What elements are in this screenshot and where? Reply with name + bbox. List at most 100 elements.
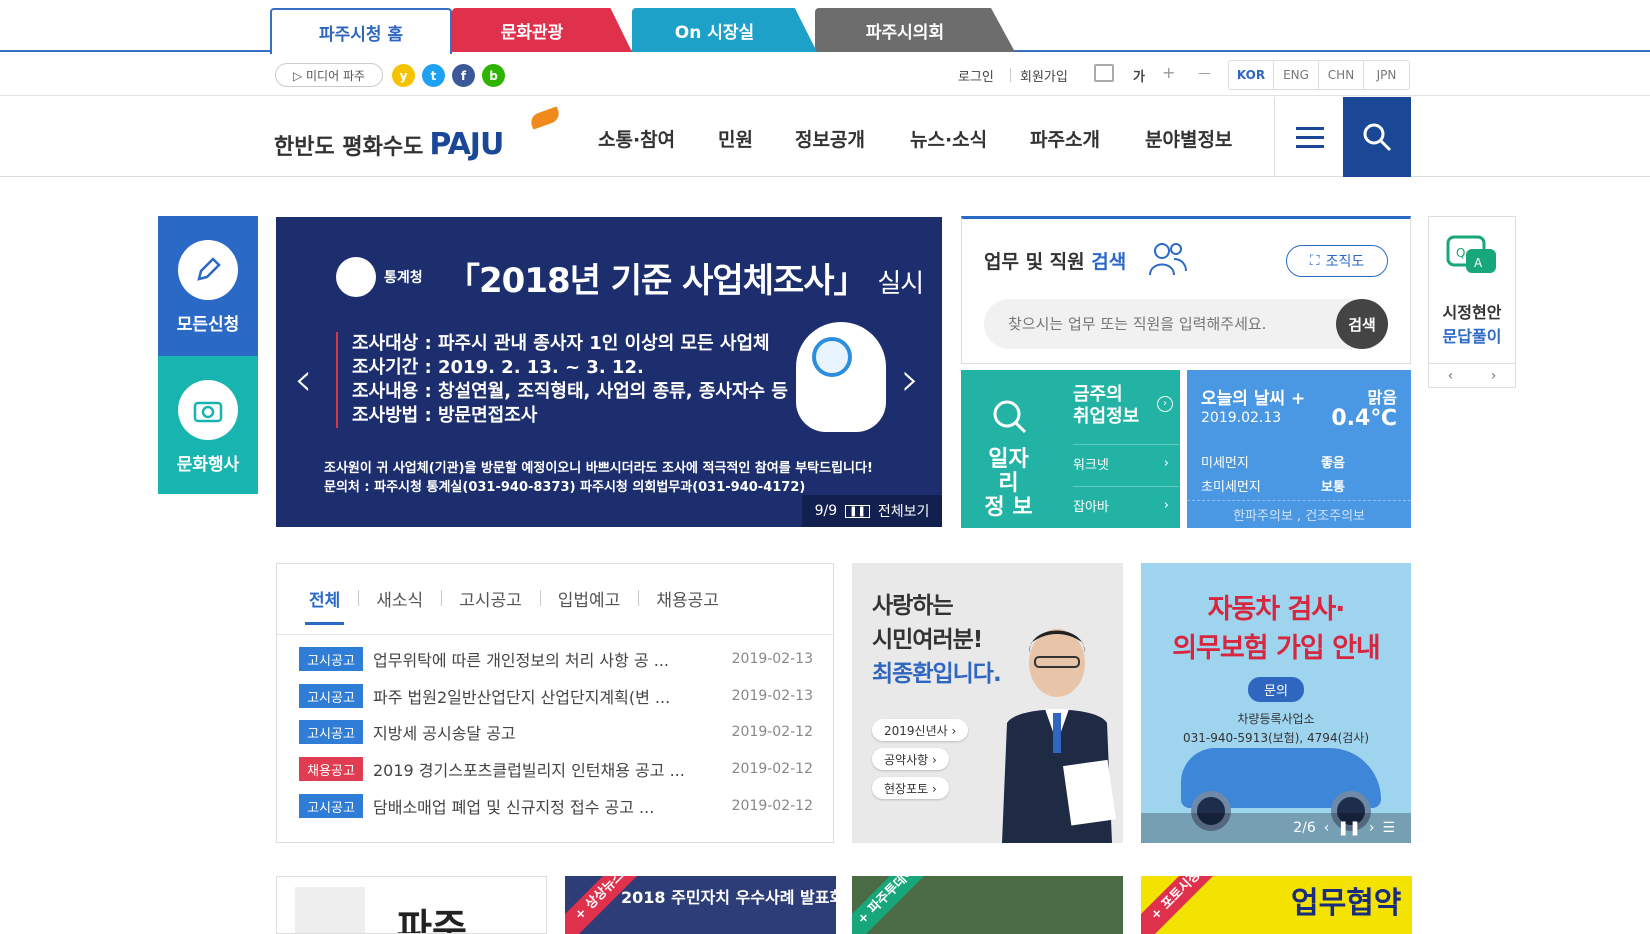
quick-all-apply-label: 모든신청 [176,315,240,335]
category-badge: 채용공고 [299,757,363,781]
list-item[interactable]: 채용공고 2019 경기스포츠클럽빌리지 인턴채용 공고 ... 2019-02-1… [299,756,813,782]
faq-next-button[interactable]: › [1472,364,1515,387]
pause-icon[interactable]: ❚❚ [1337,820,1360,836]
twitter-icon[interactable]: t [422,64,445,87]
field-photo-link[interactable]: 현장포토 › [872,777,949,799]
tab-legislation[interactable]: 입법예고 [539,586,639,611]
tab-culture[interactable]: 문화관광 [452,8,632,52]
weather-widget[interactable]: 오늘의 날씨 + 2019.02.13 맑음 0.4℃ 미세먼지 좋음 초미세먼지… [1187,370,1411,528]
tab-news[interactable]: 새소식 [358,586,441,611]
media-paju-button[interactable]: ▷ 미디어 파주 [275,63,383,87]
list-item[interactable]: 고시공고 파주 법원2일반산업단지 산업단지계획(변 ... 2019-02-13 [299,683,813,709]
font-minus-button[interactable]: — [1198,66,1211,81]
divider [277,634,833,635]
car-inspection-promo[interactable]: 자동차 검사· 의무보험 가입 안내 문의 차량등록사업소 031-940-59… [1141,563,1411,843]
weather-temperature: 0.4℃ [1331,406,1397,431]
lang-chn[interactable]: CHN [1319,61,1364,89]
list-item[interactable]: 고시공고 업무위탁에 따른 개인정보의 처리 사항 공 ... 2019-02-13 [299,646,813,672]
category-badge: 고시공고 [299,720,363,744]
contact-badge: 문의 [1248,677,1304,702]
blog-icon[interactable]: b [482,64,505,87]
quick-culture-events[interactable]: 문화행사 [158,356,258,494]
bottom-card-today[interactable]: + 파주투데이 [852,876,1123,934]
tab-recruitment[interactable]: 채용공고 [638,586,737,611]
lang-kor[interactable]: KOR [1229,61,1274,89]
gnb-info[interactable]: 정보공개 [795,125,865,152]
tab-paju-home[interactable]: 파주시청 홈 [270,8,452,54]
tab-mayor[interactable]: On 시장실 [632,8,817,52]
gnb-communication[interactable]: 소통·참여 [598,125,675,152]
yellow-sns-icon[interactable]: y [392,64,415,87]
mayor-photo [1002,629,1116,843]
worknet-link[interactable]: 워크넷 › [1073,444,1179,482]
search-icon [1363,123,1392,152]
bottom-card-photo[interactable]: + 포토시정 업무협약 [1141,876,1412,934]
bottom-card-magazine[interactable]: 파주 [276,876,547,934]
login-link[interactable]: 로그인 [958,66,994,85]
notice-tabs: 전체 새소식 고시공고 입법예고 채용공고 [305,586,737,625]
staff-search-submit[interactable]: 검색 [1336,299,1388,349]
site-logo[interactable]: 한반도 평화수도 PAJU [274,127,504,162]
tab-all[interactable]: 전체 [305,586,358,625]
join-link[interactable]: 회원가입 [1020,66,1068,85]
banner-note: 조사원이 귀 사업체(기관)을 방문할 예정이오니 바쁘시더라도 조사에 적극적… [324,459,873,497]
all-menu-button[interactable] [1274,97,1344,177]
mayor-promo-card[interactable]: 사랑하는 시민여러분! 최종환입니다. 2019신년사 › 공약사항 › 현장포… [852,563,1123,843]
pledges-link[interactable]: 공약사항 › [872,748,949,770]
weekly-jobs-link[interactable]: 금주의 취업정보 [1073,384,1139,428]
banner-page-count: 9/9 [814,503,838,519]
quick-all-apply[interactable]: 모든신청 [158,216,258,356]
search-title-pre: 업무 및 직원 [984,251,1085,273]
tab-council[interactable]: 파주시의회 [815,8,1015,52]
list-item[interactable]: 고시공고 지방세 공시송달 공고 2019-02-12 [299,719,813,745]
tab-announcements[interactable]: 고시공고 [441,586,540,611]
weather-date: 2019.02.13 [1201,410,1282,426]
svg-text:Q: Q [1456,246,1465,260]
facebook-icon[interactable]: f [452,64,475,87]
jobaba-link[interactable]: 잡아바 › [1073,486,1179,524]
weather-warning: 한파주의보 , 건조주의보 [1187,500,1411,524]
banner-title: 「2018년 기준 사업체조사」 실시 [446,253,924,302]
notice-date: 2019-02-13 [731,688,813,704]
magnifier-image [812,337,852,377]
pencil-icon [178,240,238,300]
header-search-button[interactable] [1343,97,1411,177]
gnb-civil[interactable]: 민원 [718,125,753,152]
language-selector: KOR ENG CHN JPN [1228,60,1410,90]
weather-title: 오늘의 날씨 + [1201,384,1305,409]
staff-search-title: 업무 및 직원 검색 [984,247,1126,274]
print-icon[interactable] [1094,64,1114,82]
faq-prev-button[interactable]: ‹ [1429,364,1472,387]
font-plus-button[interactable]: + [1162,63,1175,82]
car-promo-pager: 2/6 ‹ ❚❚ › ☰ [1141,813,1411,843]
gnb-news[interactable]: 뉴스·소식 [910,125,987,152]
faq-widget[interactable]: AQ 시정현안 문답풀이 ‹ › [1428,216,1516,388]
banner-prev-button[interactable]: ‹ [294,352,312,406]
list-item[interactable]: 고시공고 담배소매업 폐업 및 신규지정 접수 공고 ... 2019-02-12 [299,793,813,819]
divider [1010,68,1011,82]
lang-eng[interactable]: ENG [1274,61,1319,89]
banner-view-all[interactable]: 전체보기 [878,501,930,521]
banner-line: 조사내용 : 창설연월, 조직형태, 사업의 종류, 종사자수 등 [352,381,788,402]
notice-date: 2019-02-13 [731,651,813,667]
main-banner[interactable]: 통계청 「2018년 기준 사업체조사」 실시 조사대상 : 파주시 관내 종사… [276,217,942,527]
notice-title: 지방세 공시송달 공고 [373,724,516,743]
weekly-jobs-line1: 금주의 [1073,384,1123,405]
notice-board: 전체 새소식 고시공고 입법예고 채용공고 고시공고 업무위탁에 따른 개인정보의… [276,563,834,843]
org-chart-button[interactable]: ⛶ 조직도 [1286,245,1388,277]
staff-search-input[interactable] [984,299,1388,349]
pause-icon[interactable]: ❚❚ [845,504,870,518]
lang-jpn[interactable]: JPN [1364,61,1409,89]
list-icon[interactable]: ☰ [1382,820,1395,836]
banner-line: 조사방법 : 방문면접조사 [352,405,538,426]
new-year-speech-link[interactable]: 2019신년사 › [872,719,969,741]
banner-next-button[interactable]: › [901,352,919,406]
bottom-card-news[interactable]: + 상상뉴스 2018 주민자치 우수사례 발표회 [565,876,836,934]
notice-title: 담배소매업 폐업 및 신규지정 접수 공고 ... [373,798,655,817]
weather-more-button[interactable]: + [1291,389,1305,409]
gnb-about[interactable]: 파주소개 [1030,125,1100,152]
next-icon[interactable]: › [1369,820,1375,836]
prev-icon[interactable]: ‹ [1324,820,1330,836]
gnb-fields[interactable]: 분야별정보 [1145,125,1232,152]
car-promo-line1: 자동차 검사· [1207,594,1346,625]
